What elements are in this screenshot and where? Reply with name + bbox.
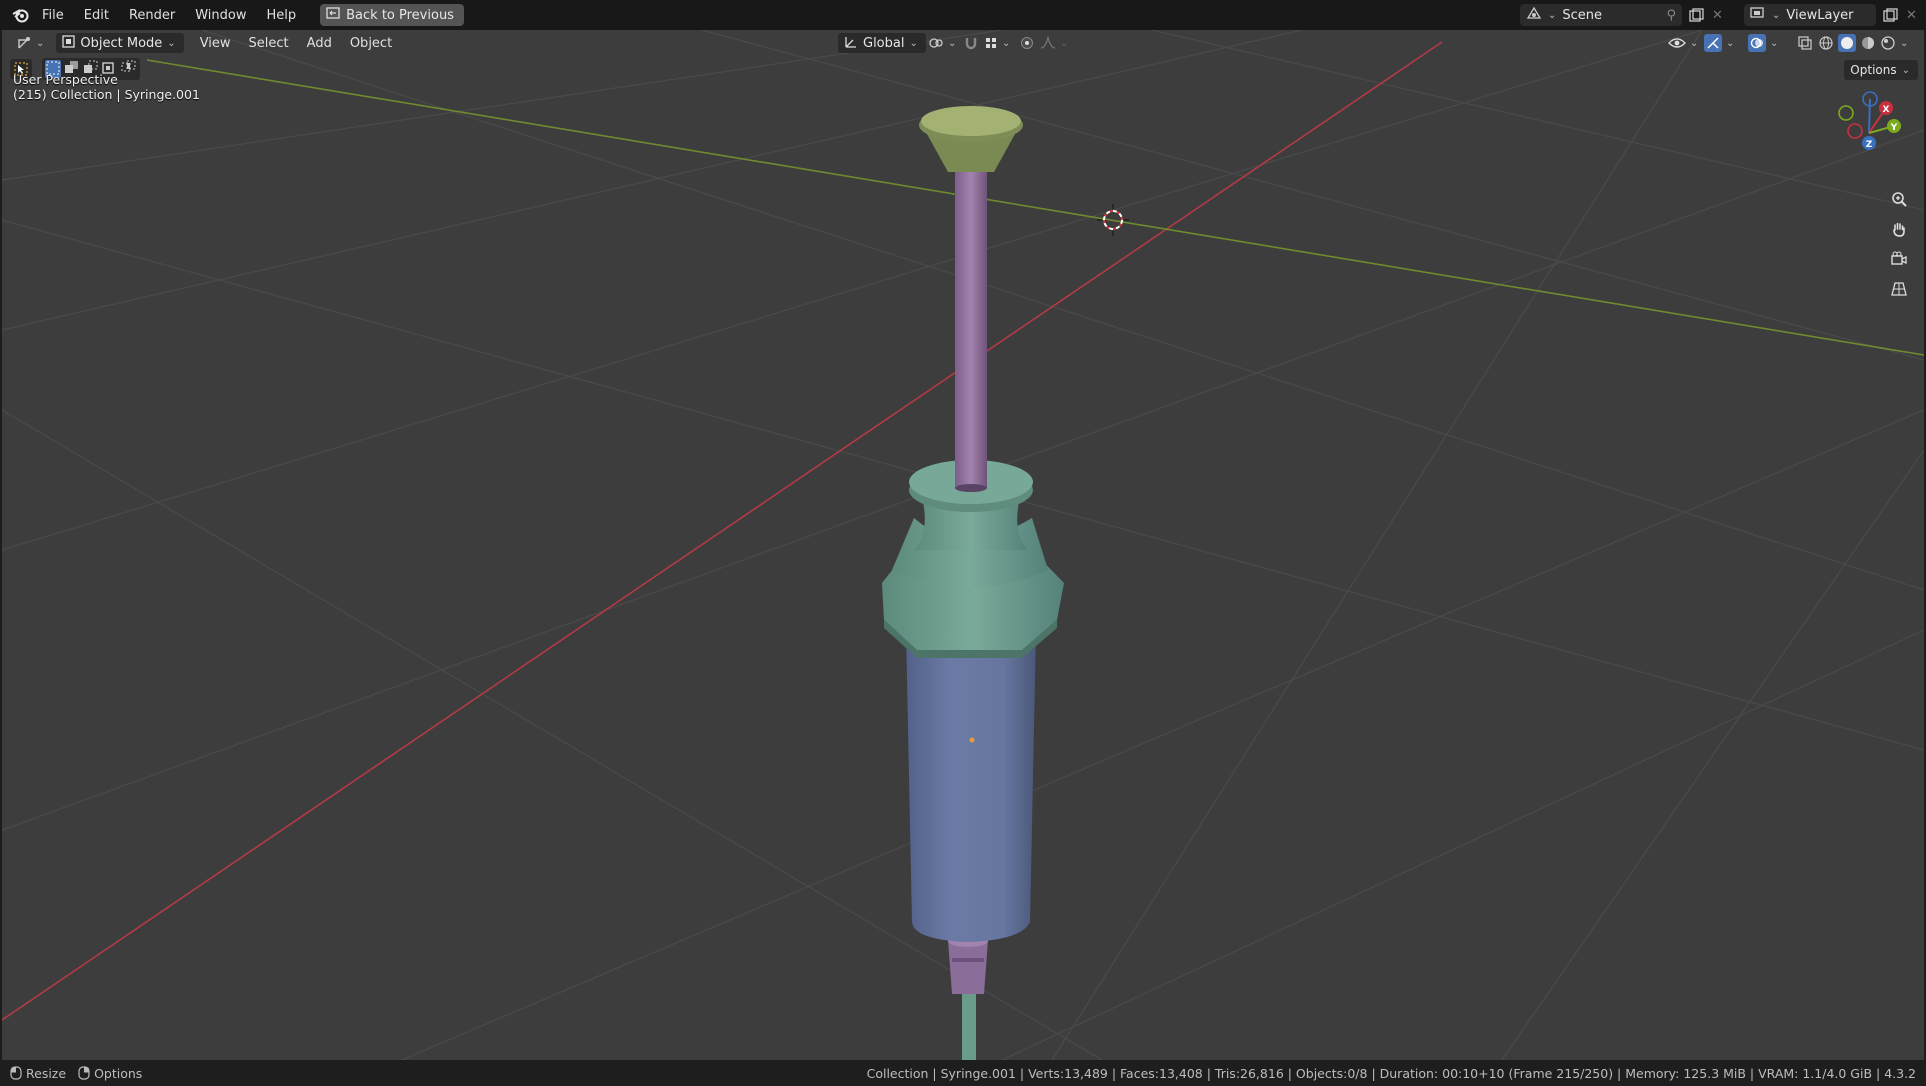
chevron-down-icon: ⌄ <box>36 37 45 49</box>
syringe-model <box>882 106 1064 1060</box>
menu-add[interactable]: Add <box>301 36 338 51</box>
viewport-scene <box>2 30 1924 1060</box>
object-mode-icon <box>62 34 76 52</box>
new-view-layer-icon[interactable] <box>1882 8 1900 22</box>
pivot-icon <box>929 38 943 48</box>
object-mode-label: Object Mode <box>80 35 163 51</box>
view-perspective-label: User Perspective <box>13 72 118 87</box>
gizmo-toggle[interactable]: ⌄ <box>1698 34 1740 52</box>
overlays-toggle[interactable]: ⌄ <box>1742 34 1784 52</box>
menu-window[interactable]: Window <box>185 8 256 23</box>
menu-edit[interactable]: Edit <box>74 8 119 23</box>
options-dropdown[interactable]: Options ⌄ <box>1844 60 1918 80</box>
camera-icon <box>1891 251 1907 265</box>
chevron-down-icon: ⌄ <box>1772 9 1781 21</box>
xray-toggle[interactable] <box>1792 36 1818 50</box>
status-bar: Resize Options Collection | Syringe.001 … <box>0 1060 1926 1086</box>
mouse-left-icon <box>10 1066 22 1080</box>
3d-viewport[interactable]: ⌄ Object Mode ⌄ View Select Add Object G… <box>2 30 1924 1060</box>
rendered-sphere-icon <box>1881 36 1895 50</box>
snap-grid-icon <box>986 38 996 48</box>
view-layer-icon <box>1750 6 1766 24</box>
wireframe-sphere-icon <box>1819 36 1833 50</box>
blender-logo-icon[interactable] <box>12 7 32 23</box>
solid-sphere-icon <box>1841 37 1853 49</box>
chevron-down-icon: ⌄ <box>909 37 918 49</box>
menu-object[interactable]: Object <box>344 36 398 51</box>
magnet-icon <box>965 38 977 50</box>
shading-wireframe-button[interactable] <box>1816 35 1836 51</box>
close-view-layer-icon[interactable]: ✕ <box>1906 8 1918 23</box>
xray-icon <box>1798 36 1812 50</box>
menu-render[interactable]: Render <box>119 8 185 23</box>
options-label: Options <box>1850 63 1897 77</box>
chevron-down-icon: ⌄ <box>1548 9 1557 21</box>
chevron-down-icon: ⌄ <box>1901 64 1910 76</box>
scene-statistics: Collection | Syringe.001 | Verts:13,489 … <box>866 1066 1916 1081</box>
shading-solid-button[interactable] <box>1836 34 1858 52</box>
transform-orientation-label: Global <box>863 35 905 51</box>
eye-icon <box>1668 38 1686 48</box>
close-scene-icon[interactable]: ✕ <box>1712 8 1726 23</box>
proportional-edit-icon <box>1021 37 1033 49</box>
3d-viewport-icon <box>18 37 30 49</box>
new-scene-icon[interactable] <box>1688 8 1706 22</box>
shading-rendered-button[interactable]: ⌄ <box>1878 35 1910 51</box>
back-to-previous-button[interactable]: Back to Previous <box>320 4 464 26</box>
overlays-icon <box>1750 37 1763 49</box>
back-icon <box>326 7 340 23</box>
pivot-point-button[interactable]: ⌄ <box>922 36 962 50</box>
mouse-right-icon <box>78 1066 90 1080</box>
collection-info-label: (215) Collection | Syringe.001 <box>13 87 200 102</box>
scene-name: Scene <box>1562 7 1603 23</box>
view-layer-name: ViewLayer <box>1786 7 1854 23</box>
menu-view[interactable]: View <box>194 36 237 51</box>
viewport-header: ⌄ Object Mode ⌄ View Select Add Object G… <box>2 30 1924 56</box>
grid-icon <box>1891 282 1907 296</box>
navigation-gizmo[interactable]: X Y Z <box>1824 88 1914 178</box>
gizmo-icon <box>1707 37 1719 49</box>
camera-view-button[interactable] <box>1886 246 1912 272</box>
transform-orientation-dropdown[interactable]: Global ⌄ <box>838 33 926 53</box>
y-axis-line <box>146 59 1924 356</box>
x-axis-line <box>2 41 1443 1021</box>
hand-icon <box>1893 222 1905 237</box>
gizmo-z-label: Z <box>1866 140 1873 150</box>
zoom-button[interactable] <box>1886 186 1912 212</box>
gizmo-x-label: X <box>1883 105 1890 115</box>
scene-selector[interactable]: ⌄ Scene ⚲ <box>1520 4 1682 26</box>
chevron-down-icon: ⌄ <box>167 37 176 49</box>
top-bar: File Edit Render Window Help Back to Pre… <box>0 0 1926 30</box>
top-right-controls: ⌄ Scene ⚲ ✕ ⌄ ViewLayer ✕ <box>1520 4 1918 26</box>
select-intersect-icon[interactable] <box>121 60 137 78</box>
scene-icon <box>1526 6 1542 24</box>
menu-select[interactable]: Select <box>243 36 295 51</box>
material-sphere-icon <box>1862 37 1874 49</box>
falloff-curve-icon <box>1040 36 1056 49</box>
falloff-button[interactable]: ⌄ <box>1034 36 1074 50</box>
perspective-toggle-button[interactable] <box>1886 276 1912 302</box>
options-hint: Options <box>94 1065 143 1081</box>
object-mode-dropdown[interactable]: Object Mode ⌄ <box>56 33 184 53</box>
transform-orientation-icon <box>844 35 858 52</box>
pan-button[interactable] <box>1886 216 1912 242</box>
view-layer-selector[interactable]: ⌄ ViewLayer <box>1744 4 1876 26</box>
zoom-magnifier-icon <box>1892 192 1907 207</box>
menu-help[interactable]: Help <box>257 8 307 23</box>
snap-target-button[interactable]: ⌄ <box>978 36 1016 50</box>
shading-material-button[interactable] <box>1858 35 1878 51</box>
back-to-previous-label: Back to Previous <box>346 7 454 23</box>
gizmo-y-label: Y <box>1890 123 1898 133</box>
editor-type-button[interactable]: ⌄ <box>10 36 50 50</box>
menu-file[interactable]: File <box>32 8 74 23</box>
pin-icon[interactable]: ⚲ <box>1666 8 1676 23</box>
resize-hint: Resize <box>26 1065 67 1081</box>
